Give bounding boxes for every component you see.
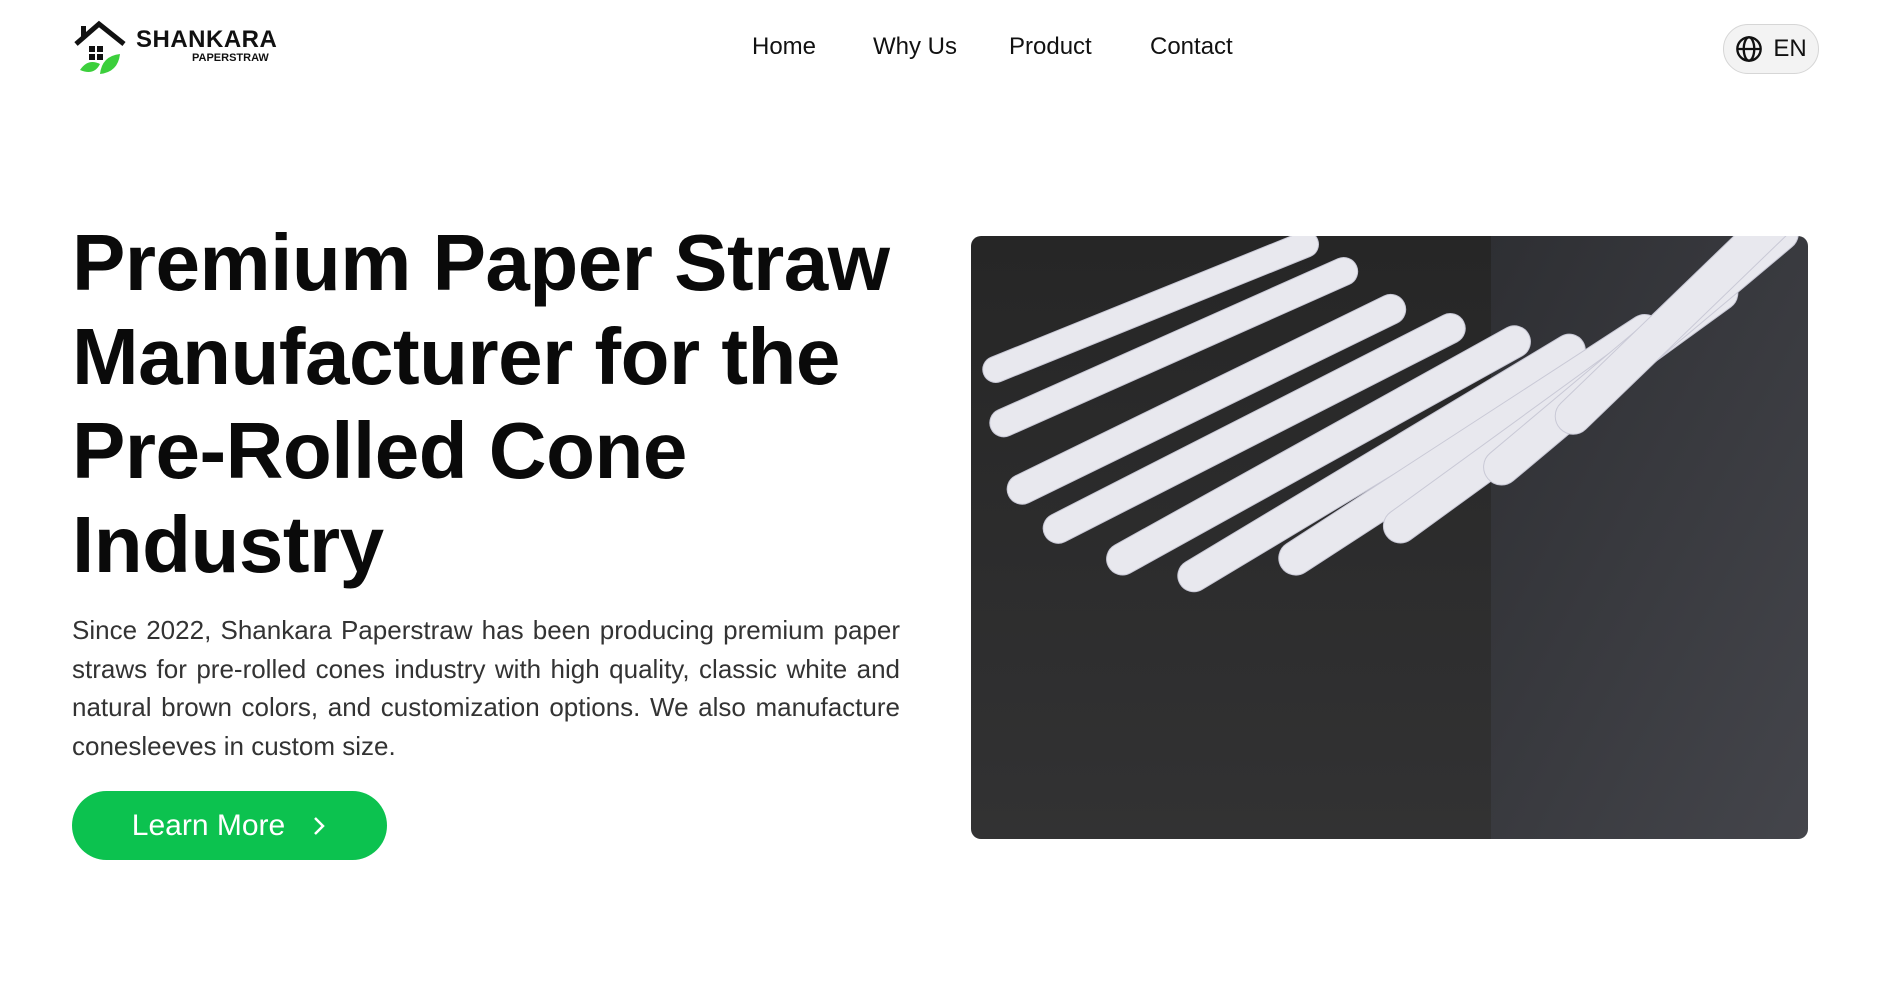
learn-more-button[interactable]: Learn More (72, 791, 387, 860)
nav-home[interactable]: Home (752, 33, 816, 61)
house-leaf-icon (74, 20, 126, 74)
paper-straws-photo (971, 236, 1808, 839)
hero-description: Since 2022, Shankara Paperstraw has been… (72, 615, 900, 761)
nav-contact[interactable]: Contact (1150, 33, 1233, 61)
brand-subtitle: PAPERSTRAW (192, 52, 269, 64)
globe-icon (1736, 36, 1763, 62)
hero-image (971, 236, 1808, 839)
nav-why-us[interactable]: Why Us (873, 33, 957, 61)
hero-title: Premium Paper Straw Manufacturer for the… (72, 218, 890, 589)
learn-more-label: Learn More (131, 808, 286, 842)
brand-name: SHANKARA (136, 26, 278, 53)
brand-logo[interactable]: SHANKARA PAPERSTRAW (72, 20, 282, 80)
language-label: EN (1773, 35, 1807, 62)
language-selector[interactable]: EN (1723, 24, 1819, 74)
chevron-right-icon (314, 816, 325, 835)
nav-product[interactable]: Product (1009, 33, 1092, 61)
